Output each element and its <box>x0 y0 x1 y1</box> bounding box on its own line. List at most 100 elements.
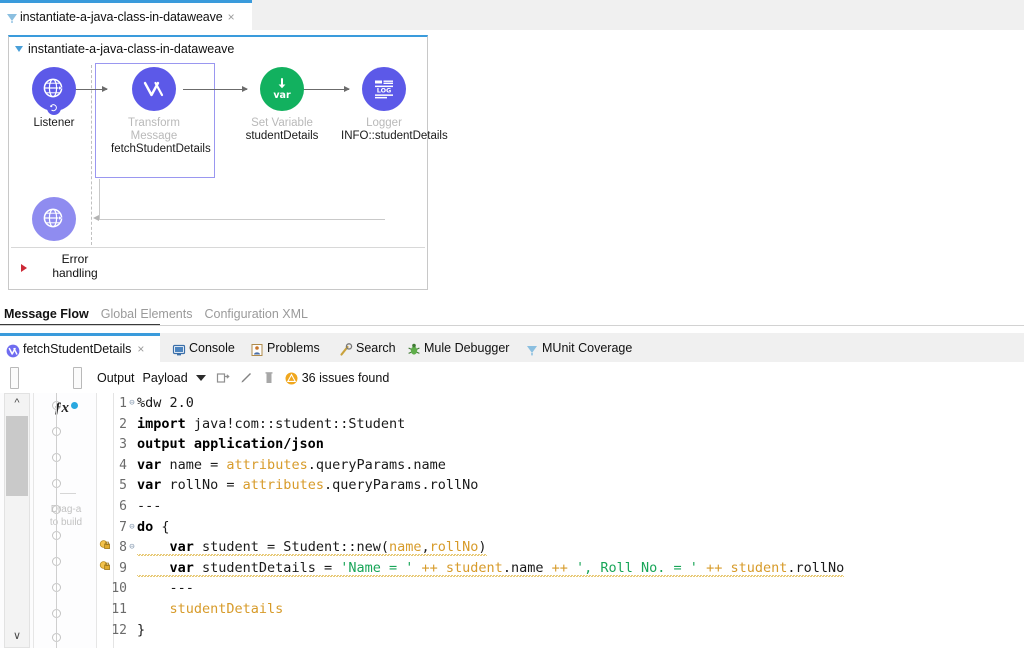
payload-label[interactable]: Payload <box>143 371 188 385</box>
code-token: rollNo = <box>161 477 243 494</box>
code-line[interactable]: 11 studentDetails <box>97 599 844 620</box>
tab-fetchstudentdetails[interactable]: fetchStudentDetails × <box>0 333 160 362</box>
code-token: do <box>137 518 154 535</box>
tab-message-flow[interactable]: Message Flow <box>4 307 89 321</box>
code-token: --- <box>137 497 162 514</box>
code-lines[interactable]: 1 ⊖ %dw 2.0 2 import java!com::student::Stud… <box>97 393 845 641</box>
flow-node-config: studentDetails <box>245 130 319 142</box>
code-line[interactable]: 1 ⊖ %dw 2.0 <box>97 393 844 414</box>
splitter-handle-2[interactable] <box>73 367 82 389</box>
line-number: 7 <box>119 519 127 535</box>
code-token: var <box>137 456 162 473</box>
dataweave-editor: Output Payload 36 issues found ^ ∨ ƒx Dr… <box>0 362 1024 648</box>
flow-node-listener-response[interactable] <box>11 197 97 241</box>
code-token: ++ <box>421 559 438 576</box>
tab-configuration-xml[interactable]: Configuration XML <box>204 307 308 321</box>
code-text[interactable]: var name = attributes.queryParams.name <box>137 457 446 473</box>
fold-collapse-icon[interactable]: ⊖ <box>127 393 137 414</box>
flow-header[interactable]: instantiate-a-java-class-in-dataweave <box>9 37 427 61</box>
code-line[interactable]: 5 var rollNo = attributes.queryParams.rol… <box>97 475 844 496</box>
code-text[interactable]: --- <box>137 580 194 596</box>
flow-name-label: instantiate-a-java-class-in-dataweave <box>28 42 235 56</box>
code-text[interactable]: } <box>137 622 145 638</box>
editor-left-panel: ^ ∨ ƒx Drag-a to build <box>0 393 97 648</box>
code-text[interactable]: studentDetails <box>137 601 284 617</box>
code-text[interactable]: do { <box>137 519 170 535</box>
chevron-down-icon[interactable]: ∨ <box>5 627 29 645</box>
code-token: student <box>437 559 503 576</box>
code-token: , <box>421 539 430 556</box>
code-line[interactable]: 6 --- <box>97 496 844 517</box>
code-token: var <box>169 539 194 556</box>
warning-marker-icon[interactable] <box>99 537 111 550</box>
fx-function-row[interactable]: ƒx <box>34 399 98 417</box>
tab-label: Problems <box>267 340 320 355</box>
flow-node-transform-message[interactable]: Transform Message fetchStudentDetails <box>111 67 211 156</box>
error-handling-label: Error handling <box>41 252 109 280</box>
tab-global-elements[interactable]: Global Elements <box>101 307 193 321</box>
code-line[interactable]: 4 var name = attributes.queryParams.name <box>97 455 844 476</box>
fold-collapse-icon[interactable]: ⊖ <box>127 517 137 538</box>
code-line[interactable]: 9 var studentDetails = 'Name = ' ++ stud… <box>97 558 845 579</box>
code-token: name = <box>161 456 227 473</box>
collapse-triangle-icon[interactable] <box>15 46 23 52</box>
tab-problems[interactable]: Problems <box>244 333 326 362</box>
svg-text:LOG: LOG <box>377 87 392 95</box>
code-line[interactable]: 3 output application/json <box>97 434 844 455</box>
warning-marker-icon[interactable] <box>99 558 111 570</box>
mapping-drop-column[interactable]: ƒx Drag-a to build <box>33 393 97 648</box>
code-text[interactable]: %dw 2.0 <box>137 395 194 411</box>
code-token: studentDetails = <box>193 559 341 576</box>
code-text[interactable]: var rollNo = attributes.queryParams.roll… <box>137 477 478 493</box>
code-text[interactable]: output application/json <box>137 436 324 452</box>
tab-search[interactable]: Search <box>333 333 402 362</box>
close-icon[interactable]: × <box>228 11 235 23</box>
code-line[interactable]: 8 ⊖ var student = Student::new(name,rollN… <box>97 537 844 558</box>
splitter-handle-1[interactable] <box>10 367 19 389</box>
svg-text:var: var <box>273 90 291 101</box>
code-text[interactable]: var studentDetails = 'Name = ' ++ studen… <box>137 559 845 577</box>
error-handling-line2: handling <box>52 266 98 280</box>
tab-munit-coverage[interactable]: MUnit Coverage <box>519 333 638 362</box>
flow-node-logger[interactable]: LOG Logger INFO::studentDetails <box>341 67 448 143</box>
code-line[interactable]: 2 import java!com::student::Student <box>97 414 844 435</box>
code-line[interactable]: 7 ⊖ do { <box>97 517 844 538</box>
code-token: 2.0 <box>161 395 194 411</box>
code-token: .name <box>502 559 552 576</box>
flow-return-path <box>99 179 385 220</box>
code-line[interactable]: 10 --- <box>97 578 844 599</box>
flow-node-set-variable[interactable]: var Set Variable studentDetails <box>239 67 325 143</box>
preview-icon[interactable] <box>216 371 230 385</box>
message-flow-canvas[interactable]: instantiate-a-java-class-in-dataweave Li… <box>8 35 448 290</box>
tab-mule-debugger[interactable]: Mule Debugger <box>401 333 515 362</box>
code-text[interactable]: --- <box>137 498 161 514</box>
code-text[interactable]: var student = Student::new(name,rollNo) <box>137 539 487 557</box>
close-icon[interactable]: × <box>137 342 144 356</box>
chevron-down-icon[interactable] <box>195 375 206 381</box>
flow-tabs-divider <box>0 325 1024 326</box>
tab-console[interactable]: Console <box>166 333 241 362</box>
error-handling-section[interactable]: Error handling <box>11 245 425 287</box>
scrollbar-thumb[interactable] <box>6 416 28 496</box>
code-token: var <box>169 559 194 576</box>
editor-tab-instantiate-a-java-class-in-dataweave[interactable]: instantiate-a-java-class-in-dataweave × <box>0 0 252 30</box>
code-token: 'Name = ' <box>340 559 414 576</box>
http-globe-icon <box>32 67 76 115</box>
line-number: 11 <box>111 601 127 617</box>
pencil-icon[interactable] <box>239 371 253 385</box>
outline-scrollbar[interactable]: ^ ∨ <box>4 393 30 648</box>
code-line[interactable]: 12} <box>97 620 844 641</box>
trash-icon[interactable] <box>262 371 276 385</box>
drag-hint-line2: to build <box>49 517 83 528</box>
fold-collapse-icon[interactable]: ⊖ <box>127 537 137 558</box>
expand-triangle-icon[interactable] <box>21 264 27 272</box>
drag-hint-arrow <box>60 493 76 494</box>
flow-node-listener[interactable]: Listener <box>11 67 97 130</box>
chevron-up-icon[interactable]: ^ <box>5 394 29 412</box>
code-pane[interactable]: 1 ⊖ %dw 2.0 2 import java!com::student::Stud… <box>97 393 1024 648</box>
code-text[interactable]: import java!com::student::Student <box>137 416 405 432</box>
flow-node-label: Transform Message <box>128 117 180 142</box>
